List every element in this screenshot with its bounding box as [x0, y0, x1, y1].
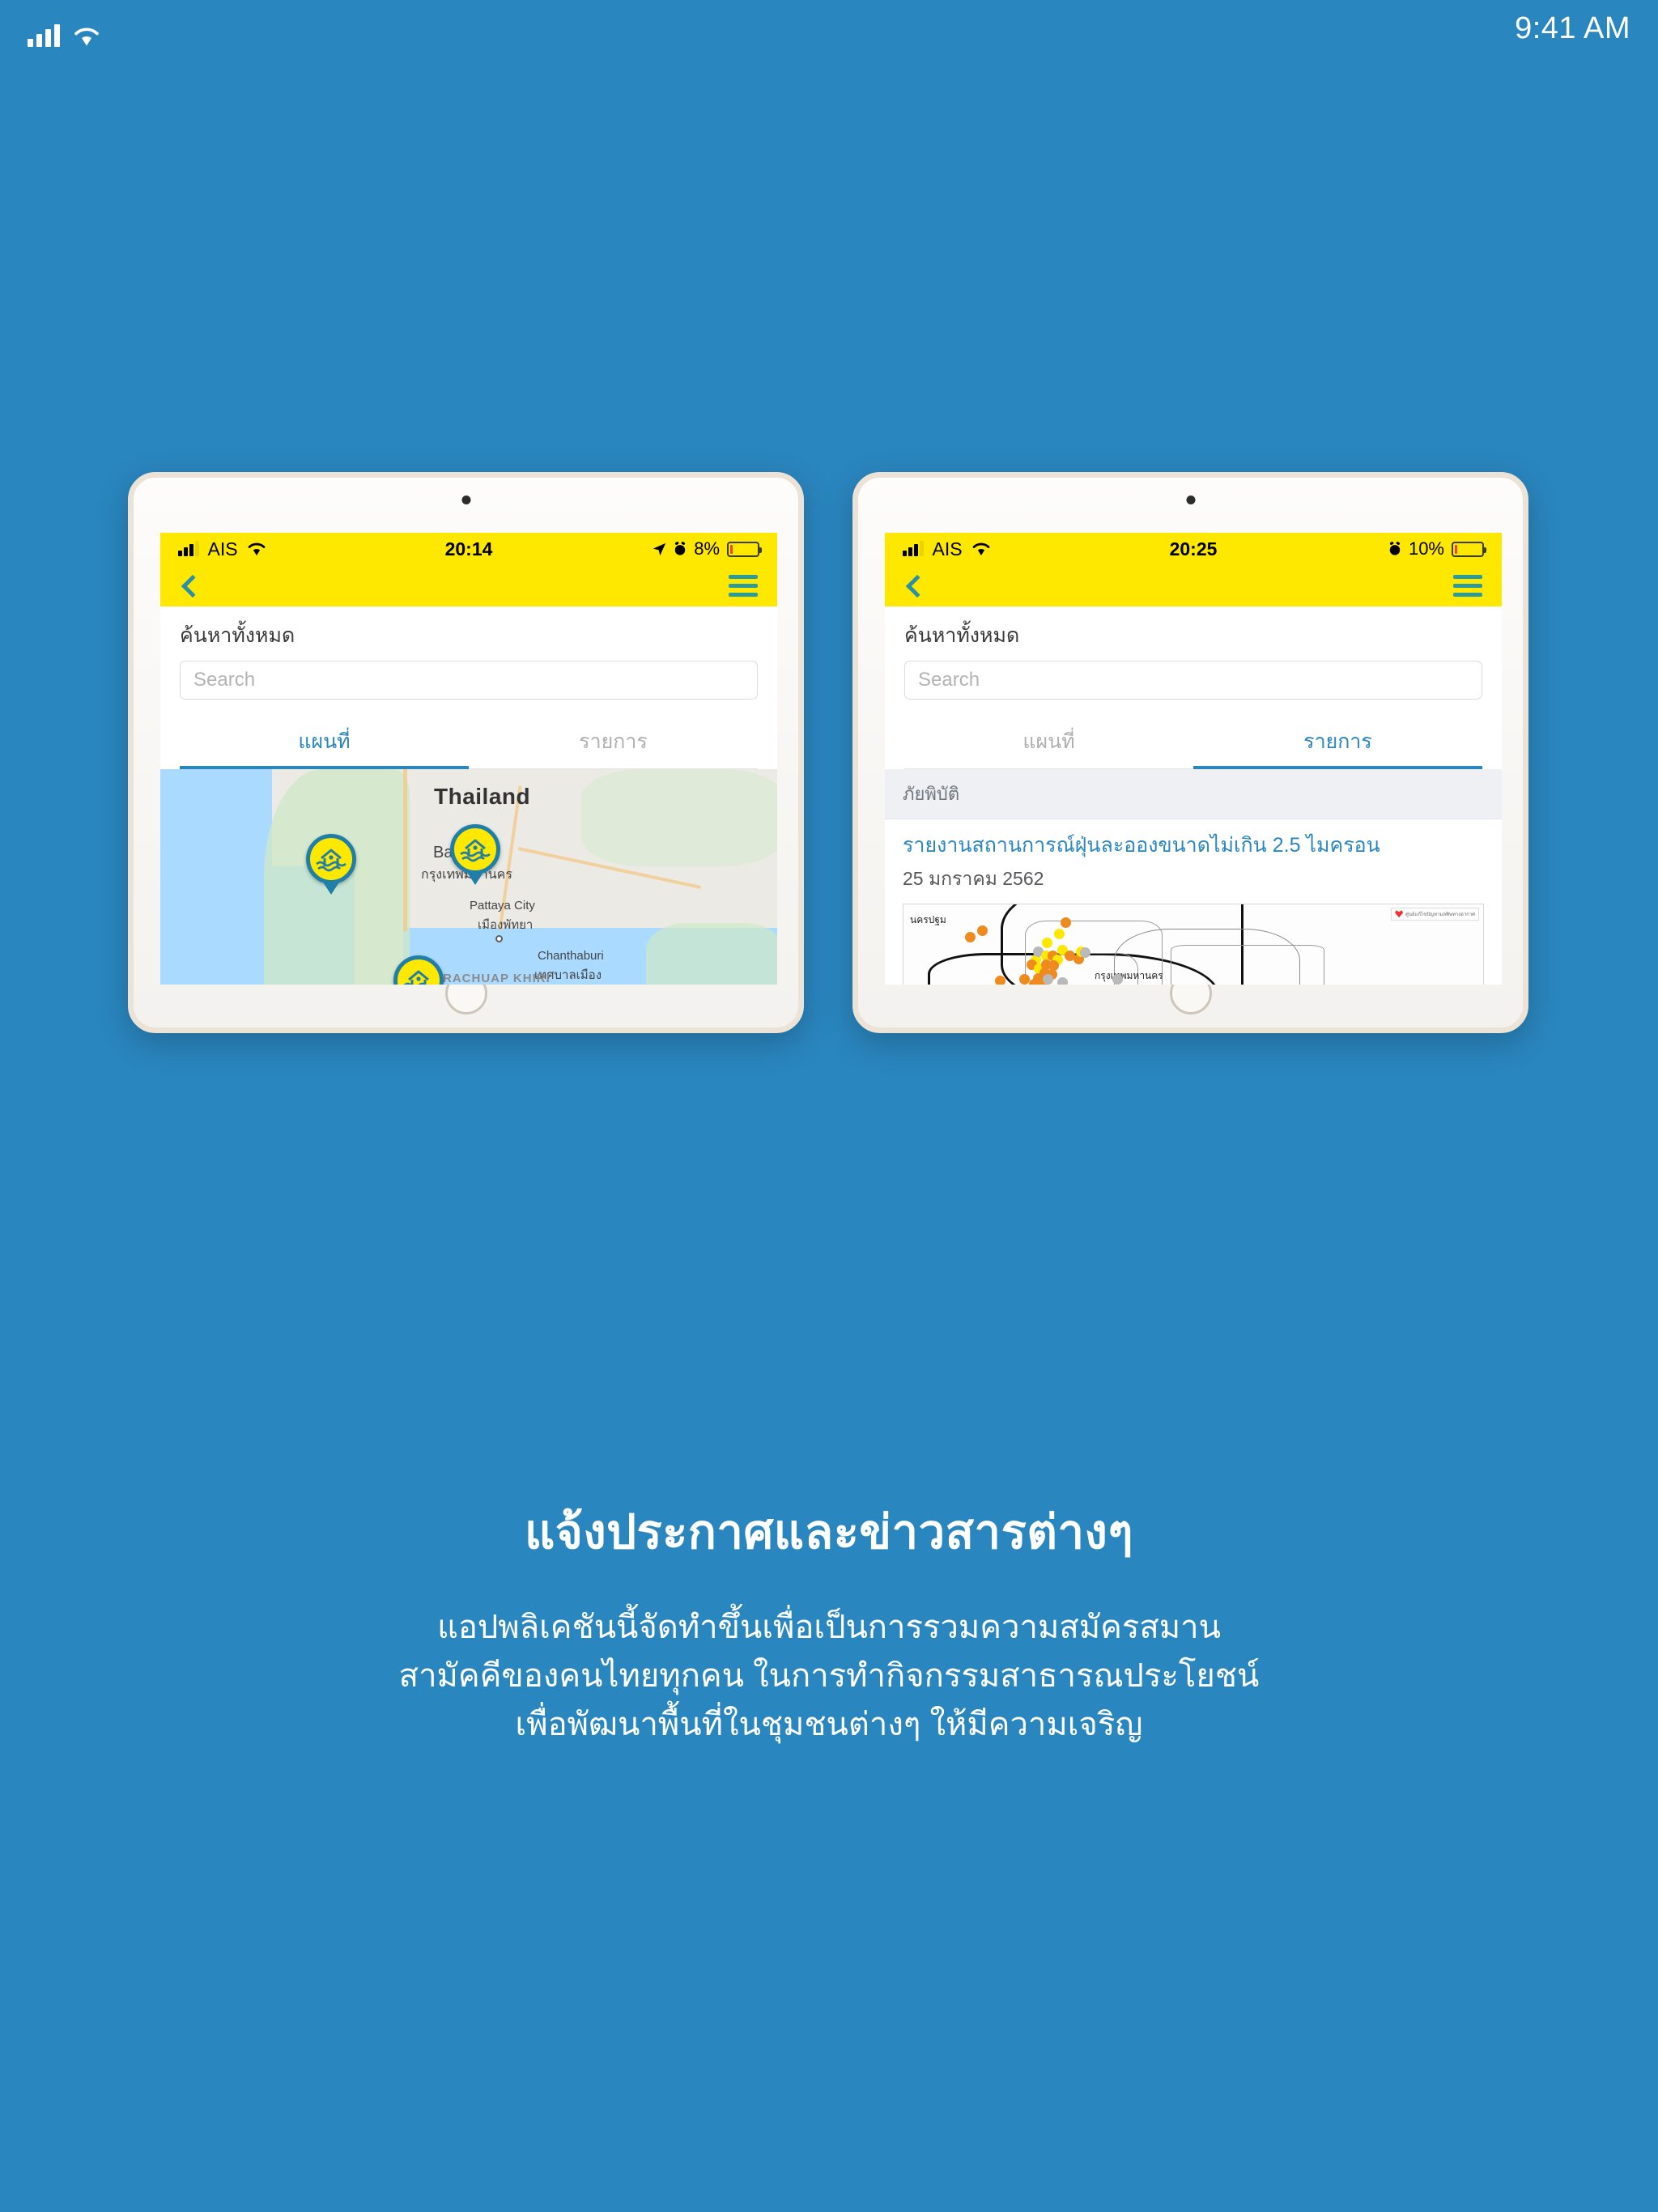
- os-clock: 9:41 AM: [1515, 11, 1630, 45]
- tablet-left: AIS 20:14 8% ค้นหาทั้งหมด Search แผนที่ …: [128, 472, 804, 1033]
- pm25-map: นครปฐม กรุงเทพมหานคร สมุทรสาคร สมุทรปราก…: [903, 904, 1483, 985]
- pm25-dot: [1080, 946, 1090, 958]
- tab-bar-right: แผนที่ รายการ: [904, 713, 1482, 769]
- map-forest-east: [646, 923, 777, 985]
- flood-marker-west[interactable]: [306, 834, 356, 895]
- pm25-badge-text: ศูนย์แก้ไขปัญหามลพิษทางอากาศ: [1405, 912, 1475, 917]
- map-forest-north: [581, 769, 777, 866]
- flood-marker-bangkok[interactable]: [444, 824, 500, 885]
- pm25-dot: [995, 975, 1005, 985]
- heart-icon: [1395, 910, 1404, 918]
- tab-bar-left: แผนที่ รายการ: [180, 713, 758, 769]
- location-arrow-icon: [653, 542, 666, 555]
- os-status-bar: 9:41 AM: [0, 0, 1658, 57]
- caption-block: แจ้งประกาศและข่าวสารต่างๆ แอปพลิเคชันนี้…: [0, 1494, 1658, 1749]
- os-status-left: [28, 10, 100, 47]
- list-item[interactable]: รายงานสถานการณ์ฝุ่นละอองขนาดไม่เกิน 2.5 …: [885, 819, 1502, 985]
- front-camera-icon: [461, 496, 470, 504]
- pm25-dot: [965, 931, 976, 942]
- pm25-source-badge: ศูนย์แก้ไขปัญหามลพิษทางอากาศ: [1391, 907, 1479, 921]
- tab-map[interactable]: แผนที่: [180, 713, 469, 769]
- pm25-dot: [1057, 976, 1068, 985]
- chevron-left-icon[interactable]: [905, 574, 929, 598]
- app-status-right: 10%: [1388, 538, 1486, 559]
- flood-icon: [306, 834, 356, 884]
- app-status-bar-left: AIS 20:14 8%: [160, 533, 777, 565]
- map-city-dot-pattaya: [495, 935, 503, 942]
- signal-bars-icon: [178, 541, 199, 556]
- map-label-country: Thailand: [434, 784, 531, 809]
- front-camera-icon: [1186, 496, 1195, 504]
- wifi-icon: [972, 542, 989, 555]
- tablet-right-screen: AIS 20:25 10% ค้นหาทั้งหมด Search แผนที่…: [885, 533, 1502, 985]
- tab-map[interactable]: แผนที่: [904, 713, 1193, 768]
- map-label-prachuap: PRACHUAP KHIRI: [434, 972, 551, 985]
- pin-tail: [466, 871, 484, 885]
- search-label: ค้นหาทั้งหมด: [904, 624, 1020, 647]
- caption-line-3: เพื่อพัฒนาพื้นที่ในชุมชนต่างๆ ให้มีความเ…: [515, 1707, 1143, 1742]
- battery-icon: [1452, 541, 1486, 557]
- battery-percent-label: 10%: [1408, 538, 1444, 559]
- chevron-left-icon[interactable]: [181, 574, 205, 598]
- app-clock: 20:25: [1169, 538, 1218, 559]
- pm25-dot: [1054, 928, 1065, 939]
- alarm-clock-icon: [674, 542, 686, 555]
- caption-line-2: สามัคคีของคนไทยทุกคน ในการทำกิจกรรมสาธาร…: [398, 1658, 1260, 1694]
- alarm-clock-icon: [1389, 542, 1401, 555]
- tablet-left-screen: AIS 20:14 8% ค้นหาทั้งหมด Search แผนที่ …: [160, 533, 777, 985]
- search-zone-right: ค้นหาทั้งหมด แผนที่ รายการ: [885, 606, 1502, 769]
- app-status-right: 8%: [653, 538, 762, 559]
- search-label: ค้นหาทั้งหมด: [180, 624, 295, 647]
- tab-list[interactable]: รายการ: [469, 713, 758, 768]
- pm25-districts-3: [1171, 944, 1324, 985]
- hamburger-menu-icon[interactable]: [729, 575, 758, 597]
- pm25-dot: [977, 925, 988, 936]
- pm25-report-card[interactable]: นครปฐม กรุงเทพมหานคร สมุทรสาคร สมุทรปราก…: [903, 903, 1484, 985]
- pm25-label-nakhonpathom: นครปฐม: [910, 913, 946, 925]
- map-label-pattaya-thai: เมืองพัทยา: [478, 918, 534, 932]
- app-status-left: AIS: [903, 538, 991, 560]
- pin-tail: [322, 881, 340, 895]
- signal-bars-icon: [903, 541, 924, 556]
- map-label-chanthaburi: Chanthaburi: [538, 949, 604, 963]
- app-clock: 20:14: [444, 538, 493, 559]
- hamburger-menu-icon[interactable]: [1453, 575, 1482, 597]
- list-section-header: ภัยพิบัติ: [885, 769, 1502, 819]
- tab-list[interactable]: รายการ: [1193, 713, 1482, 769]
- wifi-icon: [74, 28, 99, 46]
- pm25-dot: [1061, 917, 1071, 928]
- flood-icon: [450, 824, 500, 874]
- wifi-icon: [248, 542, 265, 555]
- pm25-dot: [1112, 973, 1123, 985]
- carrier-label: AIS: [932, 538, 963, 559]
- app-nav-bar-right: [885, 565, 1502, 606]
- flood-icon: [393, 955, 444, 985]
- map-view[interactable]: Thailand Bangkok กรุงเทพมหานคร Pattaya C…: [160, 769, 777, 985]
- map-water-west: [160, 769, 272, 985]
- search-input[interactable]: [180, 661, 758, 700]
- map-road-1: [403, 769, 407, 931]
- screenshot-root: 9:41 AM AIS 20:14 8% ค้นหาทั้งหมด Search…: [0, 0, 1658, 2212]
- tablet-right: AIS 20:25 10% ค้นหาทั้งหมด Search แผนที่…: [852, 472, 1528, 1033]
- flood-marker-south[interactable]: [393, 955, 444, 985]
- list-item-title[interactable]: รายงานสถานการณ์ฝุ่นละอองขนาดไม่เกิน 2.5 …: [903, 832, 1484, 860]
- caption-title: แจ้งประกาศและข่าวสารต่างๆ: [524, 1506, 1133, 1559]
- search-input[interactable]: [904, 661, 1482, 700]
- app-status-bar-right: AIS 20:25 10%: [885, 533, 1502, 565]
- carrier-label: AIS: [207, 538, 238, 559]
- pm25-dot: [1043, 973, 1053, 985]
- battery-icon: [727, 541, 762, 557]
- app-nav-bar-left: [160, 565, 777, 606]
- caption-body: แอปพลิเคชันนี้จัดทำขึ้นเพื่อเป็นการรวมคว…: [0, 1603, 1658, 1749]
- signal-bars-icon: [28, 23, 60, 47]
- map-label-pattaya: Pattaya City: [470, 899, 535, 912]
- caption-line-1: แอปพลิเคชันนี้จัดทำขึ้นเพื่อเป็นการรวมคว…: [437, 1610, 1221, 1645]
- battery-percent-label: 8%: [694, 538, 720, 559]
- pm25-label-bangkok: กรุงเทพมหานคร: [1095, 969, 1163, 981]
- list-item-date: 25 มกราคม 2562: [903, 867, 1044, 889]
- pm25-dot: [1042, 937, 1052, 948]
- app-status-left: AIS: [178, 538, 266, 560]
- search-zone-left: ค้นหาทั้งหมด แผนที่ รายการ: [160, 606, 777, 769]
